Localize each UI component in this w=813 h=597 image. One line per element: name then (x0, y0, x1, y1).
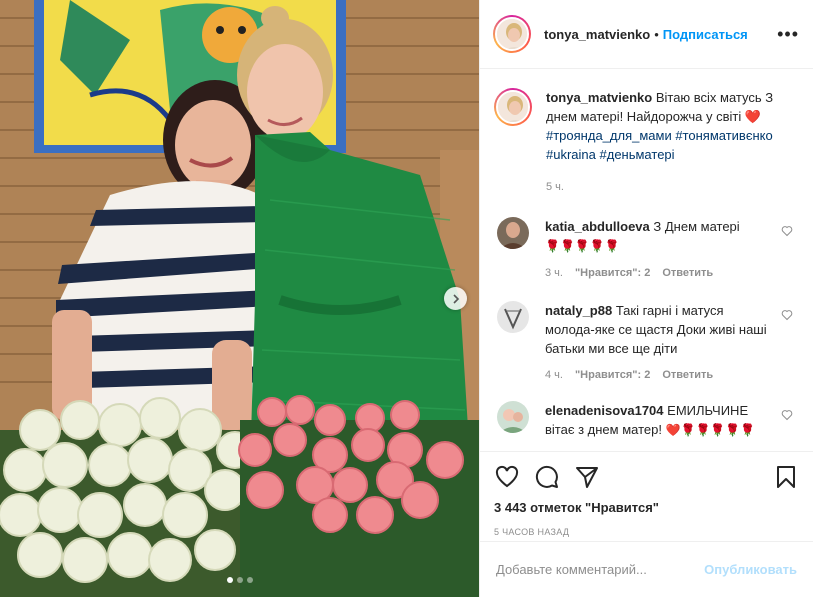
chevron-right-icon (452, 293, 459, 304)
save-button[interactable] (773, 464, 799, 490)
heart-emoji: ❤️ (744, 109, 762, 124)
comment-time[interactable]: 3 ч. (545, 264, 563, 283)
like-comment-icon[interactable] (781, 309, 793, 321)
comment-time[interactable]: 4 ч. (545, 366, 563, 385)
comment-emoji: 🌹🌹🌹🌹🌹 (545, 239, 620, 253)
more-options-icon[interactable]: ••• (777, 25, 799, 43)
follow-button[interactable]: Подписаться (663, 27, 748, 42)
caption-username[interactable]: tonya_matvienko (546, 90, 652, 105)
likes-count[interactable]: 3 443 отметок "Нравится" (494, 500, 799, 515)
commenter-avatar[interactable] (497, 217, 529, 249)
carousel-dot (246, 577, 253, 583)
post-viewer: tonya_matvienko • Подписаться ••• tonya_… (0, 0, 813, 597)
comment-item: nataly_p88 Такі гарні і матуся молода-як… (494, 301, 799, 385)
hashtag-link[interactable]: #ukraina (546, 147, 596, 162)
share-button[interactable] (574, 464, 600, 490)
author-username[interactable]: tonya_matvienko (544, 27, 650, 42)
comments-list[interactable]: tonya_matvienko Вітаю всіх матусь З днем… (480, 69, 813, 451)
heart-icon (495, 465, 519, 488)
comment-body: elenadenisova1704 ЕМИЛЬЧИНЕ вітає з днем… (545, 401, 771, 440)
hashtag-link[interactable]: #деньматері (600, 147, 675, 162)
comment-username[interactable]: katia_abdulloeva (545, 219, 650, 234)
post-timestamp[interactable]: 5 ЧАСОВ НАЗАД (494, 527, 799, 537)
avatar-image (498, 92, 528, 122)
hashtag-link[interactable]: #троянда_для_мами (546, 128, 672, 143)
comment-emoji: ❤️🌹🌹🌹🌹🌹 (665, 423, 756, 437)
avatar-image (497, 19, 527, 49)
comment-input[interactable] (496, 562, 705, 577)
comment-icon (535, 465, 558, 488)
reply-button[interactable]: Ответить (662, 366, 713, 385)
caption-time[interactable]: 5 ч. (546, 178, 782, 197)
carousel-indicator (0, 577, 479, 583)
commenter-avatar[interactable] (497, 401, 529, 433)
bookmark-icon (777, 466, 795, 488)
carousel-dot (236, 577, 243, 583)
avatar-image (497, 401, 529, 433)
like-comment-icon[interactable] (781, 225, 793, 237)
avatar-image (497, 301, 529, 333)
caption-avatar[interactable] (494, 88, 532, 126)
hashtag-link[interactable]: #тонямативєнко (675, 128, 772, 143)
photo-illustration (0, 0, 479, 597)
action-icons (494, 462, 799, 492)
comment-text: З Днем матері (653, 219, 740, 234)
send-icon (576, 467, 598, 488)
like-comment-icon[interactable] (781, 409, 793, 421)
comment-likes[interactable]: "Нравится": 2 (575, 366, 650, 385)
caption-body: tonya_matvienko Вітаю всіх матусь З днем… (546, 88, 782, 197)
comment-username[interactable]: nataly_p88 (545, 303, 612, 318)
next-slide-button[interactable] (444, 287, 467, 310)
post-sidebar: tonya_matvienko • Подписаться ••• tonya_… (479, 0, 813, 597)
post-actions: 3 443 отметок "Нравится" 5 ЧАСОВ НАЗАД О… (480, 451, 813, 597)
post-header: tonya_matvienko • Подписаться ••• (480, 0, 813, 69)
add-comment-bar: Опубликовать (480, 541, 813, 597)
comment-meta: 4 ч. "Нравится": 2 Ответить (545, 366, 771, 385)
post-caption: tonya_matvienko Вітаю всіх матусь З днем… (494, 69, 799, 197)
comment-button[interactable] (534, 464, 560, 490)
commenter-avatar[interactable] (497, 301, 529, 333)
author-avatar[interactable] (493, 15, 531, 53)
comment-item: elenadenisova1704 ЕМИЛЬЧИНЕ вітає з днем… (494, 401, 799, 440)
post-photo[interactable] (0, 0, 479, 597)
comment-username[interactable]: elenadenisova1704 (545, 403, 664, 418)
comment-meta: 3 ч. "Нравится": 2 Ответить (545, 264, 771, 283)
reply-button[interactable]: Ответить (662, 264, 713, 283)
like-button[interactable] (494, 464, 520, 490)
comment-likes[interactable]: "Нравится": 2 (575, 264, 650, 283)
avatar-image (497, 217, 529, 249)
carousel-dot (226, 577, 233, 583)
publish-button[interactable]: Опубликовать (704, 562, 797, 577)
comment-body: nataly_p88 Такі гарні і матуся молода-як… (545, 301, 771, 385)
comment-item: katia_abdulloeva З Днем матері 🌹🌹🌹🌹🌹 3 ч… (494, 217, 799, 283)
comment-body: katia_abdulloeva З Днем матері 🌹🌹🌹🌹🌹 3 ч… (545, 217, 771, 283)
header-separator: • (654, 26, 659, 42)
